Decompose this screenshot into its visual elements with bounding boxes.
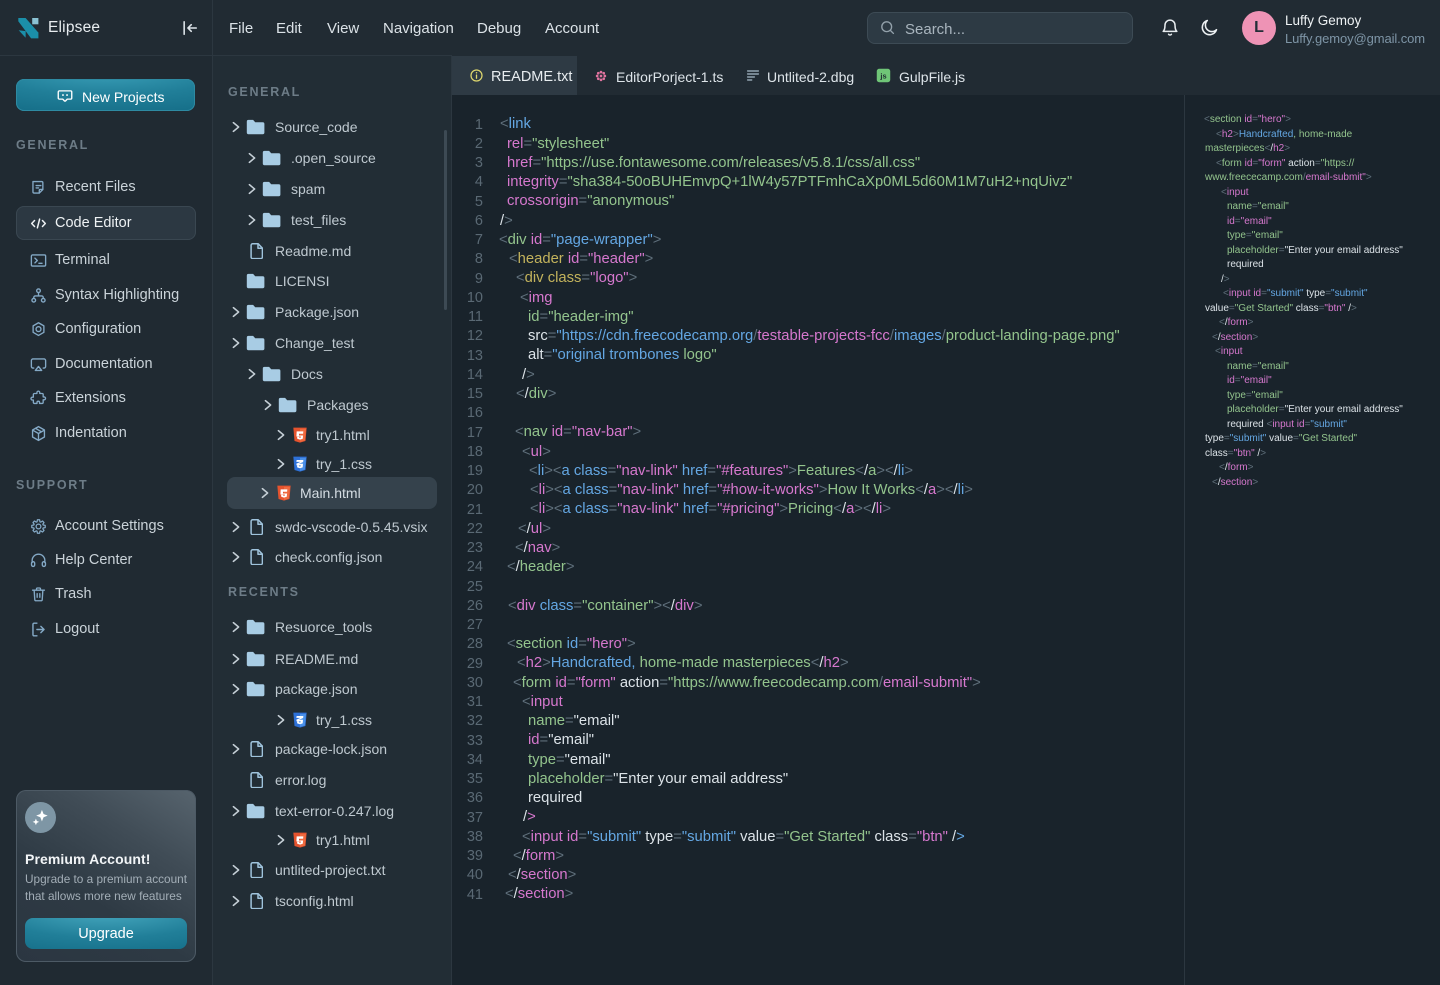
- svg-text:js: js: [879, 72, 886, 81]
